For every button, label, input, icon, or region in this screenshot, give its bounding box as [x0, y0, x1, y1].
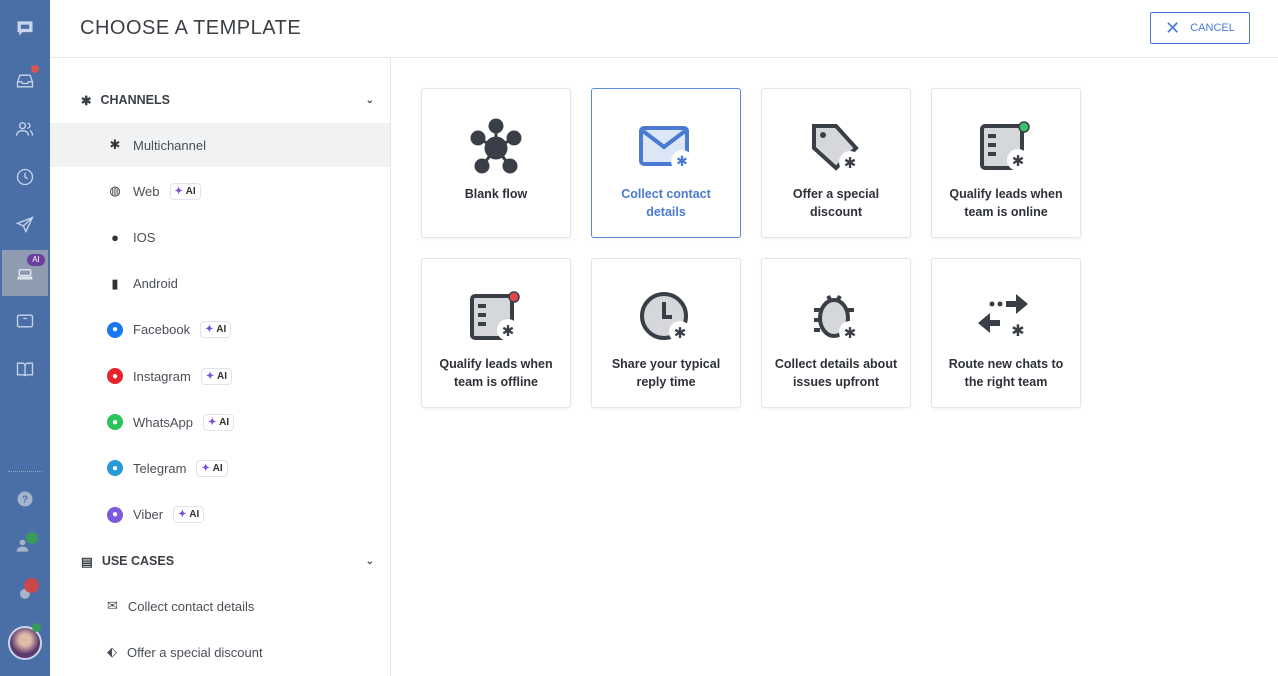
- template-label: Qualify leads when team is offline: [439, 357, 553, 389]
- whatsapp-icon: ●: [107, 414, 123, 431]
- android-icon: ▮: [111, 275, 119, 291]
- magic-wand-icon: ✦: [201, 462, 210, 474]
- page-header: CHOOSE A TEMPLATE ✕ CANCEL: [50, 0, 1278, 58]
- tickets-icon[interactable]: [0, 298, 50, 344]
- template-label: Qualify leads when team is online: [949, 187, 1063, 219]
- sidebar-item-facebook[interactable]: ● Facebook ✦ AI: [50, 308, 390, 352]
- sidebar-item-web[interactable]: ◍ Web ✦ AI: [50, 169, 390, 213]
- globe-icon: ◍: [109, 183, 121, 199]
- multichannel-icon: ✱: [109, 137, 121, 152]
- svg-text:✱: ✱: [502, 323, 515, 340]
- sidebar-item-instagram[interactable]: ● Instagram ✦ AI: [50, 354, 390, 398]
- rail-divider: [8, 471, 42, 472]
- book-icon: ▤: [81, 554, 93, 569]
- template-card[interactable]: ✱ Qualify leads when team is offline: [421, 258, 571, 408]
- tag-icon: ⬖: [107, 644, 117, 659]
- chevron-down-icon: ⌄: [365, 555, 374, 567]
- sidebar-item-android[interactable]: ▮ Android: [50, 262, 390, 306]
- sidebar-item-collect-contact-details[interactable]: ✉ Collect contact details: [50, 584, 390, 628]
- magic-wand-icon: ✦: [207, 416, 217, 428]
- svg-text:✱: ✱: [1012, 153, 1025, 170]
- sidebar-item-viber[interactable]: ● Viber ✦ AI: [50, 493, 390, 537]
- section-use-cases[interactable]: ▤ USE CASES ⌄: [50, 546, 390, 576]
- magic-wand-icon: ✦: [174, 185, 183, 197]
- cancel-button[interactable]: ✕ CANCEL: [1150, 12, 1250, 44]
- chat-logo-icon[interactable]: [0, 5, 50, 51]
- sidebar-item-ios[interactable]: ● IOS: [50, 215, 390, 259]
- sidebar-item-multichannel[interactable]: ✱ Multichannel: [50, 123, 390, 167]
- svg-text:✱: ✱: [674, 325, 687, 342]
- ai-badge: ✦ AI: [173, 506, 205, 524]
- sidebar-item-offer-special-discount[interactable]: ⬖ Offer a special discount: [50, 630, 390, 674]
- envelope-icon: ✱: [636, 117, 696, 179]
- envelope-icon: ✉: [107, 598, 118, 613]
- contacts-icon[interactable]: [0, 106, 50, 152]
- chevron-down-icon: ⌄: [365, 94, 374, 106]
- ai-badge: AI: [27, 254, 45, 266]
- ai-badge: ✦ AI: [200, 321, 232, 339]
- team-icon[interactable]: [0, 522, 50, 568]
- checklist-online-icon: ✱: [976, 117, 1036, 179]
- template-label: Blank flow: [464, 187, 528, 201]
- template-sidebar: ✱ CHANNELS ⌄ ✱ Multichannel ◍ Web ✦ AI ● IOS ▮ And…: [50, 58, 391, 676]
- left-nav-rail: AI ?: [0, 0, 50, 676]
- chatbot-icon[interactable]: AI: [2, 250, 48, 296]
- multichannel-icon: ✱: [81, 93, 92, 108]
- user-avatar[interactable]: [0, 620, 50, 666]
- svg-text:?: ?: [22, 494, 28, 505]
- ai-badge: ✦ AI: [202, 413, 235, 431]
- inbox-icon[interactable]: [0, 58, 50, 104]
- template-card[interactable]: ✱ Qualify leads when team is online: [931, 88, 1081, 238]
- clock-icon: ✱: [636, 287, 696, 349]
- template-label: Collect details about issues upfront: [774, 357, 898, 389]
- page-title: CHOOSE A TEMPLATE: [80, 17, 302, 39]
- template-card[interactable]: ✱ Share your typical reply time: [591, 258, 741, 408]
- bug-icon: ✱: [806, 287, 866, 349]
- ai-badge: ✦ AI: [200, 367, 232, 385]
- checklist-offline-icon: ✱: [466, 287, 526, 349]
- magic-wand-icon: ✦: [178, 509, 187, 521]
- route-arrows-icon: ✱: [976, 287, 1036, 349]
- close-icon: ✕: [1165, 17, 1181, 38]
- tag-icon: ✱: [806, 117, 866, 179]
- template-label: Collect contact details: [621, 187, 711, 219]
- telegram-icon: ●: [107, 460, 123, 477]
- template-label: Offer a special discount: [792, 187, 880, 219]
- magic-wand-icon: ✦: [205, 324, 214, 336]
- messenger-icon: ●: [107, 321, 123, 338]
- template-card[interactable]: ✱ Collect contact details: [591, 88, 741, 238]
- send-icon[interactable]: [0, 202, 50, 248]
- sidebar-item-whatsapp[interactable]: ● WhatsApp ✦ AI: [50, 400, 390, 444]
- magic-wand-icon: ✦: [205, 370, 215, 382]
- sidebar-item-telegram[interactable]: ● Telegram ✦ AI: [50, 446, 390, 490]
- template-label: Route new chats to the right team: [948, 357, 1064, 389]
- template-card[interactable]: ✱ Collect details about issues upfront: [761, 258, 911, 408]
- template-card[interactable]: ✱ Route new chats to the right team: [931, 258, 1081, 408]
- section-channels[interactable]: ✱ CHANNELS ⌄: [50, 85, 390, 115]
- settings-icon[interactable]: [0, 570, 50, 616]
- template-card[interactable]: ✱ Offer a special discount: [761, 88, 911, 238]
- ai-badge: ✦ AI: [196, 459, 228, 477]
- svg-text:✱: ✱: [844, 155, 857, 172]
- ai-badge: ✦ AI: [169, 182, 201, 200]
- instagram-icon: ●: [107, 368, 123, 384]
- template-card[interactable]: Blank flow: [421, 88, 571, 238]
- svg-text:✱: ✱: [676, 153, 688, 169]
- template-label: Share your typical reply time: [611, 357, 721, 389]
- help-icon[interactable]: ?: [0, 476, 50, 522]
- viber-icon: ●: [107, 506, 123, 523]
- knowledge-base-icon[interactable]: [0, 346, 50, 392]
- svg-text:✱: ✱: [1011, 323, 1024, 340]
- history-icon[interactable]: [0, 154, 50, 200]
- apple-icon: ●: [111, 229, 119, 245]
- svg-text:✱: ✱: [844, 325, 857, 342]
- network-icon: [466, 117, 526, 179]
